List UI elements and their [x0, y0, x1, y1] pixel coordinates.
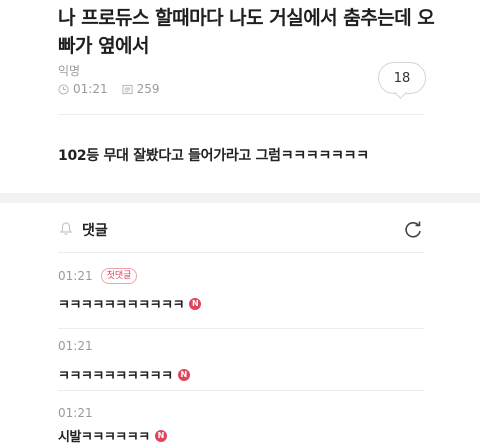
comment-item: 01:21 첫댓글 ㅋㅋㅋㅋㅋㅋㅋㅋㅋㅋㅋ N	[58, 268, 202, 313]
divider	[58, 390, 424, 391]
new-badge: N	[154, 429, 167, 442]
new-badge: N	[189, 297, 202, 310]
divider	[58, 252, 424, 253]
views-item: 259	[122, 82, 160, 96]
comment-item: 01:21 ㅋㅋㅋㅋㅋㅋㅋㅋㅋㅋ N	[58, 339, 190, 384]
time-item: 01:21	[58, 82, 108, 96]
comment-time: 01:21	[58, 339, 93, 353]
post-body: 102등 무대 잘봤다고 들어가라고 그럼ㅋㅋㅋㅋㅋㅋㅋ	[58, 148, 369, 164]
comment-text: ㅋㅋㅋㅋㅋㅋㅋㅋㅋㅋ	[58, 369, 173, 384]
bell-icon	[59, 222, 73, 235]
divider	[58, 114, 424, 115]
post-title: 나 프로듀스 할때마다 나도 거실에서 춤추는데 오빠가 옆에서	[58, 7, 435, 57]
post-meta: 01:21 259	[58, 82, 174, 96]
author-name: 익명	[58, 64, 81, 78]
refresh-icon[interactable]	[402, 219, 424, 241]
comment-time: 01:21	[58, 269, 93, 283]
section-gap	[0, 193, 480, 203]
clock-icon	[58, 83, 69, 95]
comment-text: 시발ㅋㅋㅋㅋㅋㅋ	[58, 430, 150, 445]
first-comment-badge: 첫댓글	[100, 268, 138, 284]
views-icon	[122, 84, 133, 94]
comments-title: 댓글	[82, 223, 108, 239]
comment-item: 01:21 시발ㅋㅋㅋㅋㅋㅋ N	[58, 406, 167, 445]
view-count: 259	[136, 82, 160, 96]
new-badge: N	[177, 368, 190, 381]
divider	[58, 328, 424, 329]
comment-time: 01:21	[58, 406, 93, 420]
post-time: 01:21	[73, 82, 108, 96]
comment-text: ㅋㅋㅋㅋㅋㅋㅋㅋㅋㅋㅋ	[58, 298, 185, 313]
